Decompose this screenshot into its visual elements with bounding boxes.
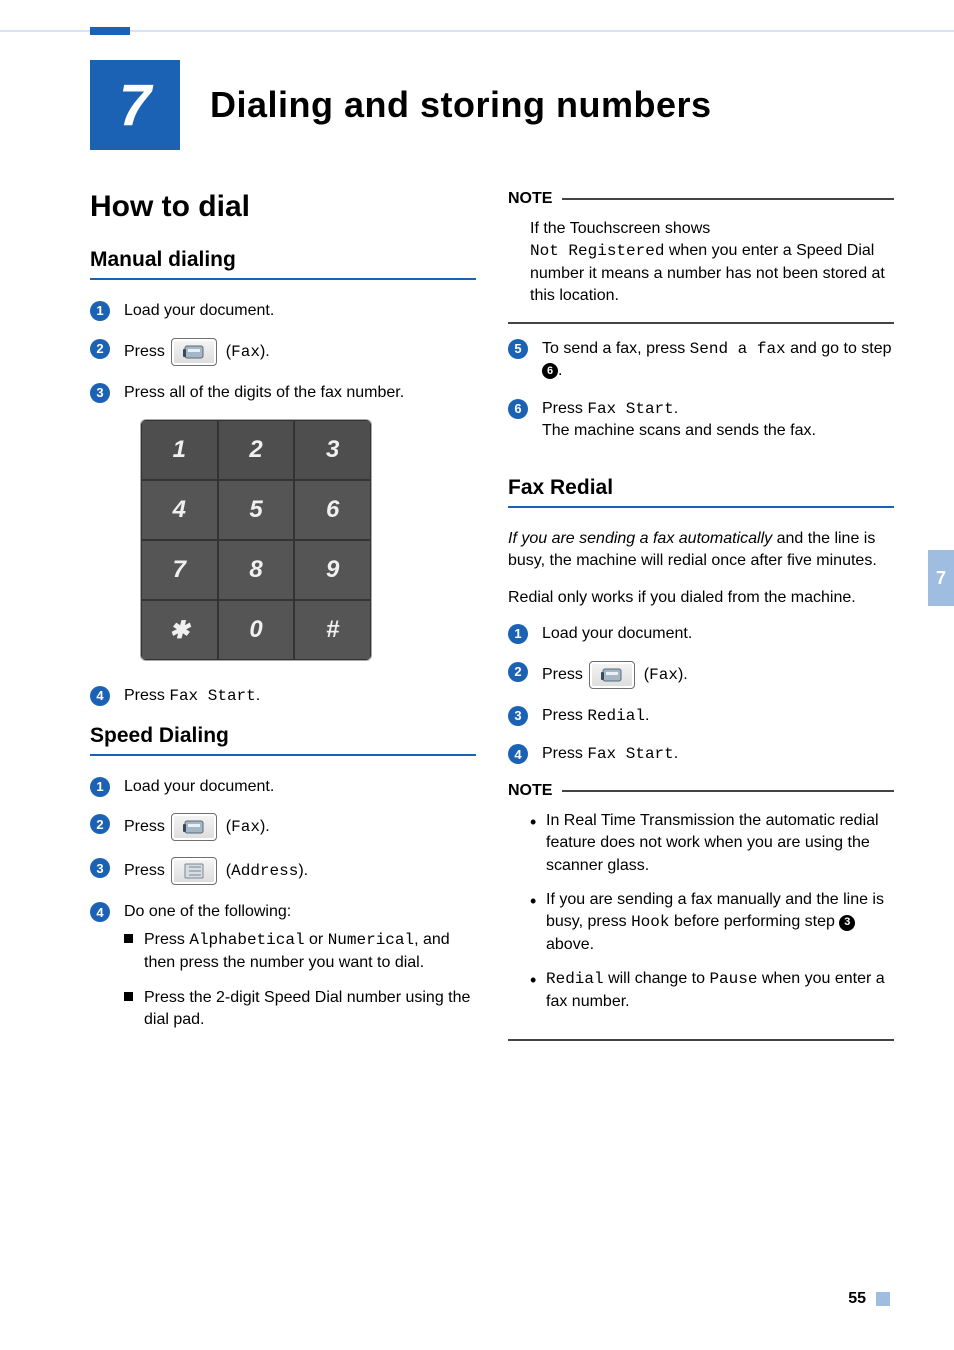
speed-step-3: 3 Press (Address). — [90, 857, 476, 885]
subhead-fax-redial: Fax Redial — [508, 476, 894, 500]
step-text: Press (Fax). — [124, 338, 476, 366]
note-not-registered: NOTE If the Touchscreen shows Not Regist… — [508, 190, 894, 324]
step-text: Load your document. — [124, 776, 476, 798]
step-badge: 4 — [508, 744, 528, 764]
redial-step-4: 4 Press Fax Start. — [508, 743, 894, 766]
chapter-number: 7 — [119, 72, 151, 139]
manual-step-3: 3 Press all of the digits of the fax num… — [90, 382, 476, 404]
note2-bullet-2: If you are sending a fax manually and th… — [530, 889, 894, 956]
chapter-number-box: 7 — [90, 60, 180, 150]
speed-step-1: 1 Load your document. — [90, 776, 476, 798]
divider — [508, 506, 894, 508]
speed-step-2: 2 Press (Fax). — [90, 813, 476, 841]
page-footer: 55 — [848, 1290, 890, 1308]
step-badge: 6 — [508, 399, 528, 419]
redial-step-1: 1 Load your document. — [508, 623, 894, 645]
address-book-icon — [171, 857, 217, 885]
step-badge: 1 — [508, 624, 528, 644]
step-text: Press all of the digits of the fax numbe… — [124, 382, 476, 404]
subhead-manual-dialing: Manual dialing — [90, 248, 476, 272]
note-body: In Real Time Transmission the automatic … — [508, 806, 894, 1041]
chapter-title: Dialing and storing numbers — [210, 84, 712, 126]
key-5[interactable]: 5 — [218, 480, 295, 540]
note2-bullet-3: Redial will change to Pause when you ent… — [530, 968, 894, 1013]
note-rule — [562, 198, 894, 200]
note2-bullet-1: In Real Time Transmission the automatic … — [530, 810, 894, 877]
inline-step-3-ref: 3 — [839, 915, 855, 931]
manual-step-2: 2 Press (Fax). — [90, 338, 476, 366]
note-label: NOTE — [508, 190, 552, 208]
key-2[interactable]: 2 — [218, 420, 295, 480]
step-badge: 5 — [508, 339, 528, 359]
page-number: 55 — [848, 1290, 866, 1308]
step-text: Press Fax Start. The machine scans and s… — [542, 398, 894, 442]
redial-para-1: If you are sending a fax automatically a… — [508, 528, 894, 573]
step-badge: 2 — [90, 814, 110, 834]
key-0[interactable]: 0 — [218, 600, 295, 660]
step-badge: 4 — [90, 902, 110, 922]
step-text: Press (Address). — [124, 857, 476, 885]
key-hash[interactable]: # — [294, 600, 371, 660]
step-badge: 3 — [90, 383, 110, 403]
subhead-speed-dialing: Speed Dialing — [90, 724, 476, 748]
dial-keypad: 1 2 3 4 5 6 7 8 9 ✱ 0 # — [140, 419, 372, 661]
speed-option-b: Press the 2-digit Speed Dial number usin… — [124, 987, 476, 1030]
step-badge: 2 — [508, 662, 528, 682]
step-text: Press Redial. — [542, 705, 894, 728]
key-4[interactable]: 4 — [141, 480, 218, 540]
redial-step-2: 2 Press (Fax). — [508, 661, 894, 689]
step-badge: 3 — [508, 706, 528, 726]
step-text: Press (Fax). — [124, 813, 476, 841]
key-star[interactable]: ✱ — [141, 600, 218, 660]
speed-option-a: Press Alphabetical or Numerical, and the… — [124, 929, 476, 973]
top-decor-rule — [0, 30, 954, 32]
step-text: To send a fax, press Send a fax and go t… — [542, 338, 894, 382]
side-tab-number: 7 — [936, 568, 946, 589]
fax-machine-icon — [589, 661, 635, 689]
key-3[interactable]: 3 — [294, 420, 371, 480]
note-redial-details: NOTE In Real Time Transmission the autom… — [508, 782, 894, 1041]
step-text: Press (Fax). — [542, 661, 894, 689]
fax-machine-icon — [171, 338, 217, 366]
key-6[interactable]: 6 — [294, 480, 371, 540]
key-9[interactable]: 9 — [294, 540, 371, 600]
manual-step-1: 1 Load your document. — [90, 300, 476, 322]
inline-step-6-ref: 6 — [542, 363, 558, 379]
side-chapter-tab: 7 — [928, 550, 954, 606]
step-text: Press Fax Start. — [542, 743, 894, 766]
manual-step-4: 4 Press Fax Start. — [90, 685, 476, 708]
divider — [90, 278, 476, 280]
right-step-6: 6 Press Fax Start. The machine scans and… — [508, 398, 894, 442]
right-column: NOTE If the Touchscreen shows Not Regist… — [508, 190, 894, 1060]
right-step-5: 5 To send a fax, press Send a fax and go… — [508, 338, 894, 382]
step-text: Load your document. — [124, 300, 476, 322]
step-badge: 1 — [90, 777, 110, 797]
section-how-to-dial: How to dial — [90, 190, 476, 224]
speed-step-4: 4 Do one of the following: Press Alphabe… — [90, 901, 476, 1044]
fax-machine-icon — [171, 813, 217, 841]
redial-step-3: 3 Press Redial. — [508, 705, 894, 728]
step-badge: 4 — [90, 686, 110, 706]
step-text: Press Fax Start. — [124, 685, 476, 708]
step-text: Do one of the following: Press Alphabeti… — [124, 901, 476, 1044]
divider — [90, 754, 476, 756]
note-body: If the Touchscreen shows Not Registered … — [508, 214, 894, 324]
step-badge: 1 — [90, 301, 110, 321]
step-text: Load your document. — [542, 623, 894, 645]
key-1[interactable]: 1 — [141, 420, 218, 480]
chapter-header: 7 Dialing and storing numbers — [90, 60, 894, 150]
step-badge: 2 — [90, 339, 110, 359]
note-label: NOTE — [508, 782, 552, 800]
left-column: How to dial Manual dialing 1 Load your d… — [90, 190, 476, 1060]
page-number-decor — [876, 1292, 890, 1306]
key-8[interactable]: 8 — [218, 540, 295, 600]
key-7[interactable]: 7 — [141, 540, 218, 600]
note-rule — [562, 790, 894, 792]
redial-para-2: Redial only works if you dialed from the… — [508, 587, 894, 609]
step-badge: 3 — [90, 858, 110, 878]
